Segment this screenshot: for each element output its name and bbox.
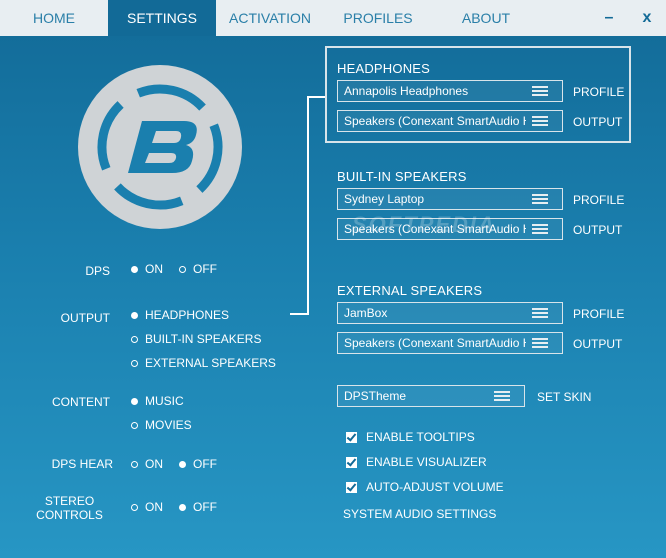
- tab-about[interactable]: ABOUT: [432, 0, 540, 36]
- bongiovi-b-logo-icon: [78, 65, 242, 234]
- dps-hear-off-label: OFF: [193, 457, 217, 471]
- checkbox-checked-icon: [346, 456, 357, 468]
- profile-label: PROFILE: [573, 307, 625, 321]
- section-title-builtin-speakers: BUILT-IN SPEAKERS: [337, 169, 467, 184]
- stereo-on-radio[interactable]: ON: [131, 500, 163, 514]
- dps-on-label: ON: [145, 262, 163, 276]
- menu-icon: [532, 86, 548, 97]
- external-profile-dropdown[interactable]: JamBox: [337, 302, 563, 324]
- stereo-label-line1: STEREO: [44, 494, 95, 508]
- auto-adjust-volume-checkbox[interactable]: AUTO-ADJUST VOLUME: [346, 480, 504, 494]
- section-title-external-speakers: EXTERNAL SPEAKERS: [337, 283, 483, 298]
- dropdown-value: JamBox: [344, 306, 388, 320]
- profile-label: PROFILE: [573, 85, 625, 99]
- radio-empty-icon: [179, 265, 186, 273]
- radio-empty-icon: [131, 503, 138, 511]
- tab-settings[interactable]: SETTINGS: [108, 0, 216, 36]
- dropdown-value: Annapolis Headphones: [344, 84, 469, 98]
- radio-selected-icon: [131, 397, 138, 405]
- output-label: OUTPUT: [573, 115, 623, 129]
- stereo-controls-label: STEREO CONTROLS: [30, 494, 109, 522]
- dps-hear-on-radio[interactable]: ON: [131, 457, 163, 471]
- output-headphones-label: HEADPHONES: [145, 308, 230, 322]
- output-headphones-radio[interactable]: HEADPHONES: [131, 308, 229, 322]
- enable-visualizer-checkbox[interactable]: ENABLE VISUALIZER: [346, 455, 487, 469]
- radio-selected-icon: [131, 265, 138, 273]
- radio-selected-icon: [179, 460, 186, 468]
- output-label: OUTPUT: [60, 311, 110, 325]
- menu-icon: [532, 194, 548, 205]
- system-audio-settings-link[interactable]: SYSTEM AUDIO SETTINGS: [343, 507, 496, 521]
- radio-selected-icon: [131, 311, 138, 319]
- dps-hear-off-radio[interactable]: OFF: [179, 457, 217, 471]
- menu-icon: [532, 308, 548, 319]
- set-skin-label: SET SKIN: [537, 390, 592, 404]
- dropdown-value: DPSTheme: [344, 389, 407, 403]
- tab-activation[interactable]: ACTIVATION: [216, 0, 324, 36]
- radio-empty-icon: [131, 335, 138, 343]
- stereo-label-line2: CONTROLS: [36, 508, 103, 522]
- dps-off-radio[interactable]: OFF: [179, 262, 217, 276]
- menu-icon: [532, 338, 548, 349]
- dps-hear-label: DPS HEAR: [51, 457, 113, 471]
- radio-empty-icon: [131, 421, 138, 429]
- connector-line: [307, 96, 326, 98]
- close-icon[interactable]: x: [632, 0, 662, 36]
- tab-profiles[interactable]: PROFILES: [324, 0, 432, 36]
- enable-visualizer-label: ENABLE VISUALIZER: [366, 455, 487, 469]
- skin-dropdown[interactable]: DPSTheme: [337, 385, 525, 407]
- profile-label: PROFILE: [573, 193, 625, 207]
- headphones-profile-dropdown[interactable]: Annapolis Headphones: [337, 80, 563, 102]
- minimize-icon[interactable]: –: [594, 0, 624, 36]
- radio-selected-icon: [179, 503, 186, 511]
- radio-empty-icon: [131, 460, 138, 468]
- output-builtin-radio[interactable]: BUILT-IN SPEAKERS: [131, 332, 261, 346]
- tab-home[interactable]: HOME: [0, 0, 108, 36]
- radio-empty-icon: [131, 359, 138, 367]
- content-music-label: MUSIC: [145, 394, 184, 408]
- softpedia-watermark: SOFTPEDIA: [352, 212, 496, 237]
- stereo-on-label: ON: [145, 500, 163, 514]
- stereo-off-label: OFF: [193, 500, 217, 514]
- dps-hear-on-label: ON: [145, 457, 163, 471]
- content-label: CONTENT: [52, 395, 110, 409]
- output-external-label: EXTERNAL SPEAKERS: [145, 356, 276, 370]
- builtin-profile-dropdown[interactable]: Sydney Laptop: [337, 188, 563, 210]
- checkbox-checked-icon: [346, 481, 357, 493]
- stereo-off-radio[interactable]: OFF: [179, 500, 217, 514]
- dps-label: DPS: [85, 264, 110, 278]
- menu-icon: [494, 391, 510, 402]
- auto-adjust-volume-label: AUTO-ADJUST VOLUME: [366, 480, 504, 494]
- content-movies-radio[interactable]: MOVIES: [131, 418, 192, 432]
- dps-off-label: OFF: [193, 262, 217, 276]
- output-label: OUTPUT: [573, 337, 623, 351]
- menu-icon: [532, 224, 548, 235]
- dropdown-value: Sydney Laptop: [344, 192, 425, 206]
- content-music-radio[interactable]: MUSIC: [131, 394, 184, 408]
- section-title-headphones: HEADPHONES: [337, 61, 431, 76]
- external-output-dropdown[interactable]: Speakers (Conexant SmartAudio HD): [337, 332, 563, 354]
- enable-tooltips-label: ENABLE TOOLTIPS: [366, 430, 475, 444]
- headphones-output-dropdown[interactable]: Speakers (Conexant SmartAudio HD): [337, 110, 563, 132]
- dropdown-value: Speakers (Conexant SmartAudio HD): [344, 114, 526, 128]
- output-label: OUTPUT: [573, 223, 623, 237]
- dropdown-value: Speakers (Conexant SmartAudio HD): [344, 336, 526, 350]
- menu-icon: [532, 116, 548, 127]
- output-builtin-label: BUILT-IN SPEAKERS: [145, 332, 262, 346]
- dps-on-radio[interactable]: ON: [131, 262, 163, 276]
- content-movies-label: MOVIES: [145, 418, 192, 432]
- output-external-radio[interactable]: EXTERNAL SPEAKERS: [131, 356, 276, 370]
- connector-line: [307, 96, 309, 315]
- enable-tooltips-checkbox[interactable]: ENABLE TOOLTIPS: [346, 430, 475, 444]
- checkbox-checked-icon: [346, 431, 357, 443]
- top-nav-bar: HOME SETTINGS ACTIVATION PROFILES ABOUT …: [0, 0, 666, 36]
